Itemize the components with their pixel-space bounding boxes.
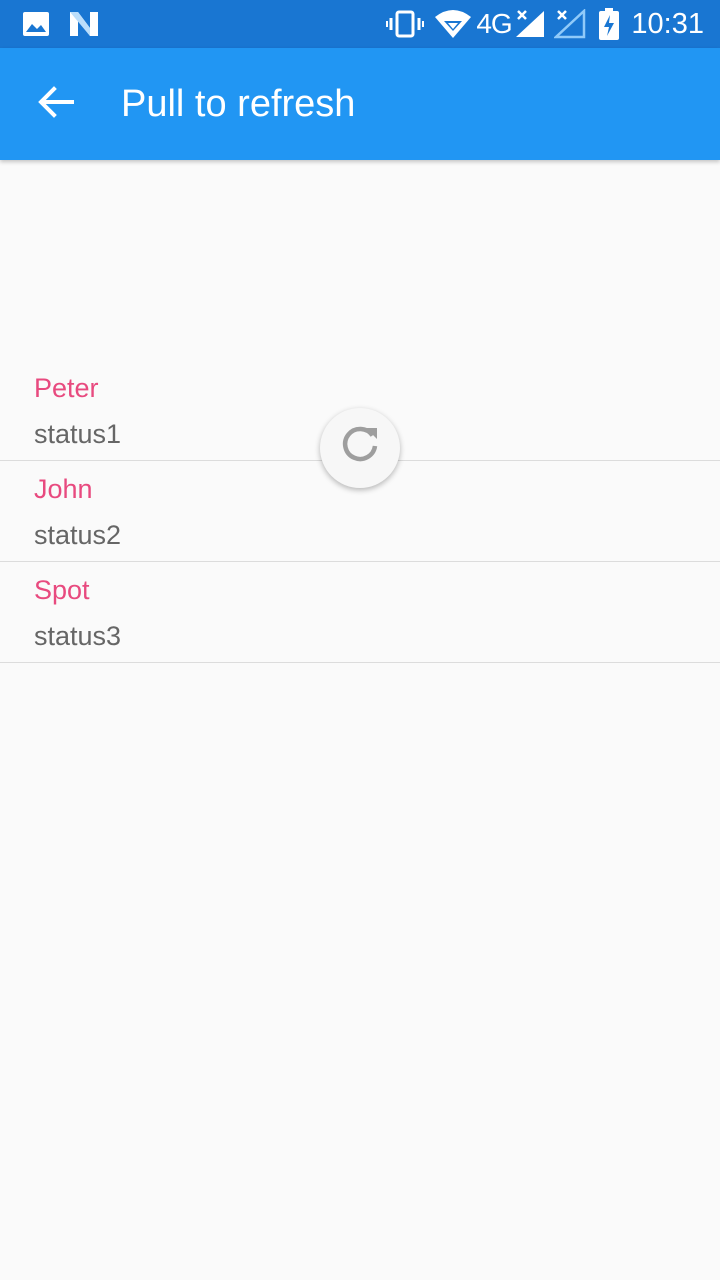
list-item[interactable]: Spot status3 <box>0 562 720 663</box>
list-item-name: Peter <box>34 373 99 403</box>
list-item-status: status2 <box>34 520 122 550</box>
signal-no-service-icon <box>554 8 586 40</box>
list-item-name: Spot <box>34 575 90 605</box>
arrow-left-icon <box>38 85 74 123</box>
network-type-label: 4G <box>476 8 512 39</box>
n-notification-icon <box>68 8 100 40</box>
contact-list[interactable]: Peter status1 John status2 Spot status3 <box>0 360 720 663</box>
list-item-name: John <box>34 474 93 504</box>
list-item-status: status1 <box>34 419 122 449</box>
refresh-icon <box>338 424 382 473</box>
list-item-status: status3 <box>34 621 122 651</box>
vibrate-icon <box>386 8 424 40</box>
status-bar: 4G 10:31 <box>0 0 720 48</box>
page-title: Pull to refresh <box>121 83 356 125</box>
back-button[interactable] <box>24 76 88 132</box>
gallery-notification-icon <box>22 8 50 40</box>
battery-charging-icon <box>598 8 620 40</box>
pull-refresh-indicator <box>320 408 400 488</box>
app-bar: Pull to refresh <box>0 48 720 160</box>
signal-icon <box>514 8 546 40</box>
wifi-icon <box>434 8 472 40</box>
status-time: 10:31 <box>631 8 704 40</box>
